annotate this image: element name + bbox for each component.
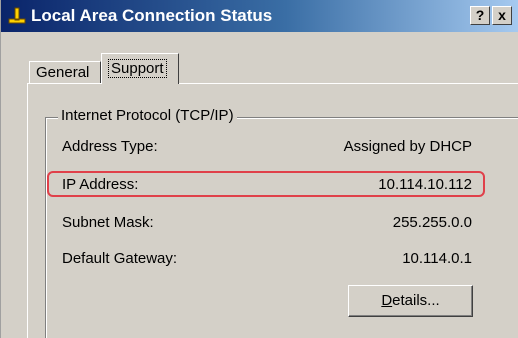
group-title: Internet Protocol (TCP/IP) xyxy=(58,107,237,124)
tab-support-label: Support xyxy=(108,59,167,78)
details-mnemonic: D xyxy=(381,292,393,309)
tab-general[interactable]: General xyxy=(29,61,101,83)
address-type-value: Assigned by DHCP xyxy=(343,138,472,155)
subnet-mask-value: 255.255.0.0 xyxy=(392,214,472,231)
address-type-label: Address Type: xyxy=(62,138,158,155)
window-title: Local Area Connection Status xyxy=(31,6,273,25)
ip-address-label: IP Address: xyxy=(62,176,139,193)
details-label: etails... xyxy=(392,292,440,309)
default-gateway-value: 10.114.0.1 xyxy=(402,250,472,267)
title-bar[interactable]: Local Area Connection Status ? x xyxy=(1,0,518,32)
subnet-mask-label: Subnet Mask: xyxy=(62,214,154,231)
details-button[interactable]: Details... xyxy=(348,285,473,317)
tab-general-label: General xyxy=(36,64,90,81)
help-button[interactable]: ? xyxy=(470,6,490,25)
default-gateway-label: Default Gateway: xyxy=(62,250,178,267)
status-dialog: Local Area Connection Status ? x General… xyxy=(0,0,518,338)
tab-support[interactable]: Support xyxy=(101,53,179,84)
network-connection-icon xyxy=(8,7,26,24)
ip-address-value: 10.114.10.112 xyxy=(378,176,472,193)
close-button[interactable]: x xyxy=(492,6,512,25)
